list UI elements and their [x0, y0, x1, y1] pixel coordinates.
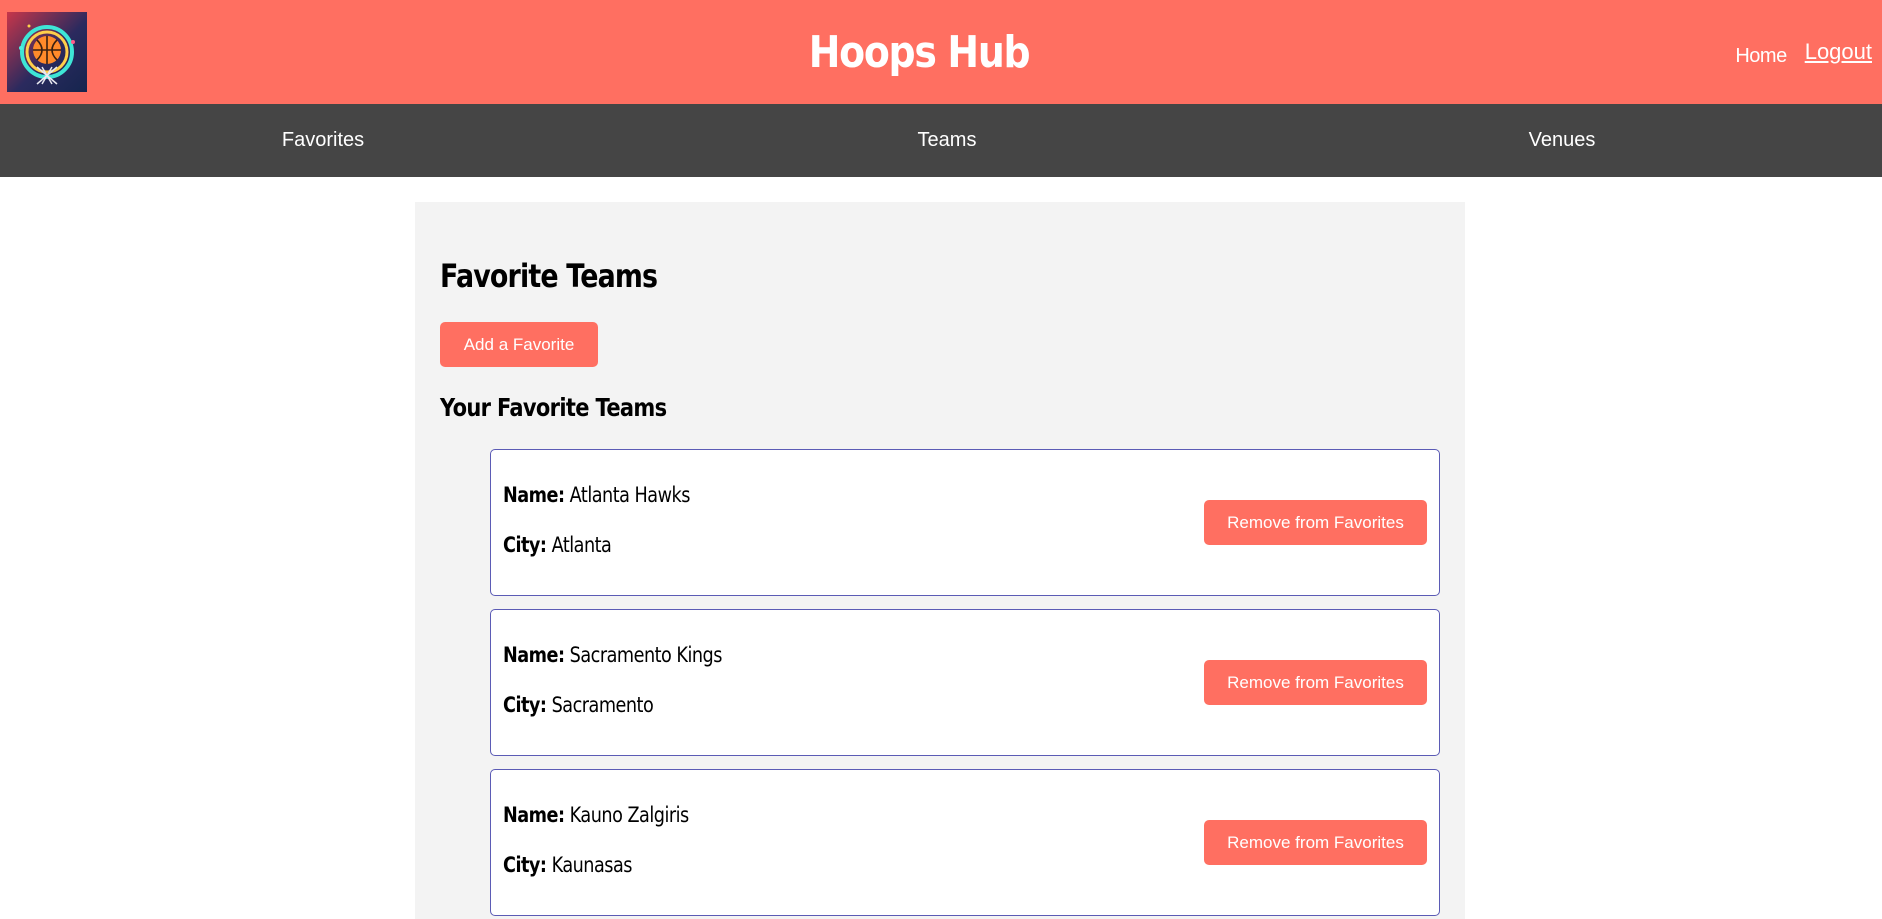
- city-label: City:: [503, 693, 547, 717]
- team-name-line: Name: Atlanta Hawks: [503, 483, 690, 507]
- add-favorite-button[interactable]: Add a Favorite: [440, 322, 598, 367]
- site-header: Hoops Hub Home Logout: [0, 0, 1882, 104]
- team-name: Atlanta Hawks: [569, 483, 691, 507]
- name-label: Name:: [503, 483, 565, 507]
- team-name-line: Name: Sacramento Kings: [503, 643, 722, 667]
- nav-item-venues[interactable]: Venues: [1462, 104, 1662, 177]
- remove-favorite-button[interactable]: Remove from Favorites: [1204, 500, 1427, 545]
- team-name: Kauno Zalgiris: [569, 803, 690, 827]
- team-name-line: Name: Kauno Zalgiris: [503, 803, 689, 827]
- team-city-line: City: Atlanta: [503, 533, 612, 557]
- favorite-team-card: Name: Atlanta Hawks City: Atlanta Remove…: [490, 449, 1440, 596]
- remove-favorite-button[interactable]: Remove from Favorites: [1204, 820, 1427, 865]
- team-city: Kaunasas: [551, 853, 633, 877]
- city-label: City:: [503, 533, 547, 557]
- city-label: City:: [503, 853, 547, 877]
- name-label: Name:: [503, 643, 565, 667]
- nav-item-favorites[interactable]: Favorites: [223, 104, 423, 177]
- favorite-team-card: Name: Sacramento Kings City: Sacramento …: [490, 609, 1440, 756]
- page-title: Favorite Teams: [440, 257, 658, 295]
- remove-favorite-button[interactable]: Remove from Favorites: [1204, 660, 1427, 705]
- main-nav: Favorites Teams Venues: [0, 104, 1882, 177]
- site-title: Hoops Hub: [808, 27, 1031, 78]
- favorites-panel: Favorite Teams Add a Favorite Your Favor…: [415, 202, 1465, 919]
- header-links: Home Logout: [1735, 38, 1872, 68]
- logout-link[interactable]: Logout: [1805, 39, 1872, 65]
- team-city: Sacramento: [551, 693, 654, 717]
- favorite-team-card: Name: Kauno Zalgiris City: Kaunasas Remo…: [490, 769, 1440, 916]
- team-city-line: City: Sacramento: [503, 693, 654, 717]
- nav-item-teams[interactable]: Teams: [847, 104, 1047, 177]
- team-city: Atlanta: [551, 533, 612, 557]
- name-label: Name:: [503, 803, 565, 827]
- home-link[interactable]: Home: [1735, 45, 1787, 68]
- team-city-line: City: Kaunasas: [503, 853, 632, 877]
- team-name: Sacramento Kings: [569, 643, 723, 667]
- favorites-list-title: Your Favorite Teams: [440, 393, 667, 422]
- basketball-logo-icon[interactable]: [7, 12, 87, 92]
